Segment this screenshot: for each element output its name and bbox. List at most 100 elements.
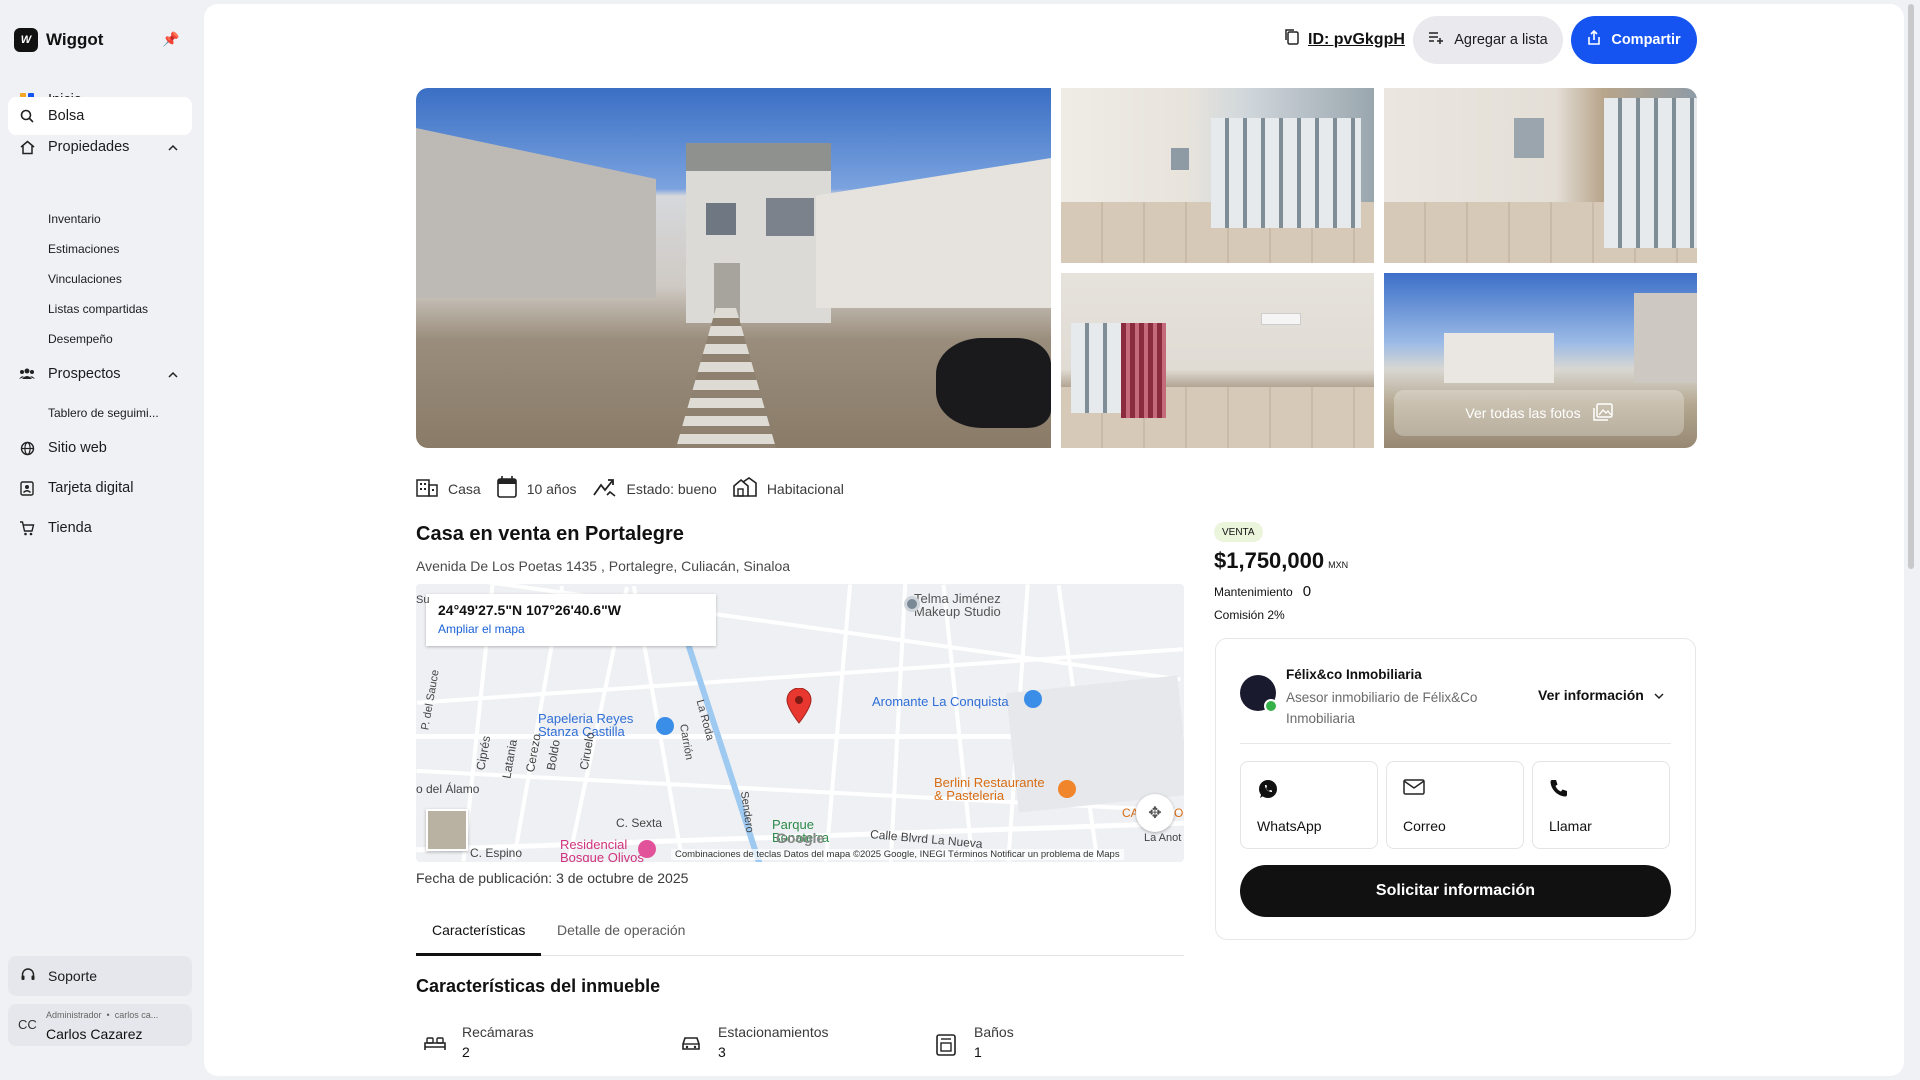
price-value: $1,750,000	[1214, 548, 1325, 573]
user-name: Carlos Cazarez	[46, 1026, 143, 1042]
whatsapp-button[interactable]: WhatsApp	[1240, 761, 1378, 849]
sidebar-subitem-vinculaciones[interactable]: Vinculaciones	[48, 272, 122, 286]
map-poi-icon	[904, 596, 920, 612]
map-label-su: Su	[416, 594, 430, 606]
user-card[interactable]: CC Administrador • carlos ca... Carlos C…	[8, 1004, 192, 1046]
map-label-street: o del Álamo	[416, 782, 480, 796]
call-button[interactable]: Llamar	[1532, 761, 1670, 849]
status-badge: VENTA	[1214, 522, 1263, 542]
sidebar-item-sitio-web[interactable]: Sitio web	[8, 429, 192, 467]
sidebar: W Wiggot 📌 Inicio Bolsa Propiedades Inve…	[0, 0, 200, 1080]
map-label-street: Sendero	[737, 790, 756, 834]
feature-label: Baños	[974, 1024, 1014, 1040]
feature-bedrooms: Recámaras 2	[424, 1024, 534, 1060]
chevron-up-icon[interactable]	[168, 140, 178, 156]
listing-id[interactable]: ID: pvGkgpH	[1284, 28, 1405, 51]
support-label: Soporte	[48, 968, 98, 984]
agent-description: Asesor inmobiliario de Félix&Co Inmobili…	[1286, 690, 1478, 726]
google-logo: Google	[776, 830, 825, 846]
agent-card: Félix&co Inmobiliaria Asesor inmobiliari…	[1215, 638, 1696, 940]
main-photo[interactable]	[416, 88, 1051, 448]
tab-detalle-operacion[interactable]: Detalle de operación	[557, 922, 685, 938]
view-all-photos-button[interactable]: Ver todas las fotos	[1394, 390, 1684, 436]
sidebar-subitem-inventario[interactable]: Inventario	[48, 212, 101, 226]
map-info-card: 24°49'27.5"N 107°26'40.6"W Ampliar el ma…	[426, 594, 716, 646]
map-marker-icon[interactable]	[786, 688, 812, 724]
map-label-street: Carrión	[676, 723, 696, 761]
pin-icon[interactable]: 📌	[162, 31, 179, 48]
email-button[interactable]: Correo	[1386, 761, 1524, 849]
share-button[interactable]: Compartir	[1571, 16, 1697, 64]
expand-map-link[interactable]: Ampliar el mapa	[438, 622, 704, 636]
agent-avatar[interactable]	[1240, 675, 1278, 713]
gallery-photo[interactable]	[1384, 88, 1697, 263]
map-label-aromante: Aromante La Conquista	[872, 694, 1009, 709]
verified-icon	[1264, 699, 1278, 713]
listing-id-text[interactable]: ID: pvGkgpH	[1308, 31, 1405, 49]
restaurant-pin-icon	[1058, 780, 1076, 798]
bed-icon	[424, 1034, 446, 1056]
map-label-la-anot: La Anot	[1144, 832, 1182, 844]
price-currency: MXN	[1328, 560, 1349, 570]
sidebar-subitem-estimaciones[interactable]: Estimaciones	[48, 242, 119, 256]
gallery-photo[interactable]	[1061, 88, 1374, 263]
playlist-add-icon	[1428, 31, 1444, 49]
attribute-age: 10 años	[496, 476, 577, 501]
sidebar-item-tienda[interactable]: Tienda	[8, 509, 192, 547]
features-title: Características del inmueble	[416, 976, 661, 996]
attribute-label: Casa	[448, 480, 481, 497]
sidebar-subitem-listas[interactable]: Listas compartidas	[48, 302, 148, 316]
agent-info-label: Ver información	[1538, 687, 1644, 703]
share-icon	[1587, 29, 1601, 50]
listing-address: Avenida De Los Poetas 1435 , Portalegre,…	[416, 558, 791, 574]
id-card-icon	[18, 479, 36, 497]
contact-label: Llamar	[1549, 818, 1592, 834]
sidebar-item-tarjeta-digital[interactable]: Tarjeta digital	[8, 469, 192, 507]
copy-icon[interactable]	[1284, 28, 1300, 51]
headset-icon	[20, 967, 36, 986]
sidebar-item-propiedades[interactable]: Propiedades	[8, 128, 192, 166]
agent-info-toggle[interactable]: Ver información	[1538, 687, 1664, 703]
satellite-toggle[interactable]	[426, 809, 468, 851]
support-button[interactable]: Soporte	[8, 956, 192, 996]
map-label-street: C. Espino	[470, 846, 523, 860]
brand[interactable]: W Wiggot	[14, 28, 103, 52]
add-to-list-button[interactable]: Agregar a lista	[1413, 16, 1563, 64]
map-coordinates: 24°49'27.5"N 107°26'40.6"W	[438, 602, 621, 618]
gallery-photo[interactable]	[1061, 273, 1374, 448]
maintenance: Mantenimiento 0	[1214, 583, 1311, 600]
mail-icon	[1403, 778, 1425, 800]
agent-name: Félix&co Inmobiliaria	[1286, 667, 1422, 682]
view-all-label: Ver todas las fotos	[1465, 405, 1581, 421]
map-label-residencial: Residencial Bosque Olivos	[560, 837, 644, 862]
map-attribution[interactable]: Combinaciones de teclas Datos del mapa ©…	[671, 849, 1124, 860]
sidebar-item-label: Bolsa	[48, 108, 85, 124]
attribute-label: Estado: bueno	[626, 480, 717, 497]
request-info-button[interactable]: Solicitar información	[1240, 865, 1671, 917]
publication-date: Fecha de publicación: 3 de octubre de 20…	[416, 870, 689, 886]
sidebar-subitem-desempeno[interactable]: Desempeño	[48, 332, 113, 346]
active-tab-indicator	[416, 953, 541, 956]
maintenance-value: 0	[1302, 583, 1312, 600]
avatar: CC	[18, 1017, 37, 1032]
building-icon	[416, 477, 438, 500]
location-map[interactable]: 24°49'27.5"N 107°26'40.6"W Ampliar el ma…	[416, 584, 1184, 862]
gallery-icon	[1592, 402, 1613, 424]
tab-caracteristicas[interactable]: Características	[432, 922, 525, 938]
house-icon	[18, 138, 36, 156]
user-role: Administrador • carlos ca...	[46, 1010, 159, 1020]
contact-label: WhatsApp	[1257, 818, 1322, 834]
commission: Comisión 2%	[1214, 608, 1285, 622]
residential-icon	[733, 477, 757, 500]
sidebar-item-prospectos[interactable]: Prospectos	[8, 355, 192, 393]
scrollbar[interactable]	[1908, 4, 1914, 569]
feature-value: 3	[718, 1044, 726, 1060]
sidebar-item-label: Tarjeta digital	[48, 480, 134, 496]
sidebar-subitem-tablero[interactable]: Tablero de seguimi...	[48, 406, 159, 420]
sidebar-item-label: Tienda	[48, 520, 92, 536]
fullscreen-icon[interactable]: ✥	[1136, 794, 1174, 832]
feature-value: 1	[974, 1044, 982, 1060]
chevron-up-icon[interactable]	[168, 367, 178, 383]
maintenance-label: Mantenimiento	[1214, 585, 1293, 599]
shop-pin-icon	[1024, 690, 1042, 708]
